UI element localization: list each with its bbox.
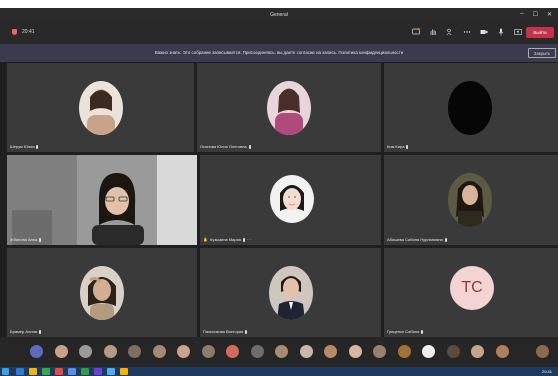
participant-name: ✋ Кузьмина Мария ··· [203,237,251,242]
participant-tile[interactable]: Пальчикова Виктория [200,248,381,337]
window-title: General [270,12,288,18]
close-button[interactable]: ✕ [547,11,552,18]
mic-icon [248,144,251,149]
title-bar: General – ☐ ✕ [0,8,558,22]
participant-initials: TC [450,266,494,310]
participant-name: Осипова Юлия Олеговна [200,144,251,149]
participant-strip-avatar[interactable] [30,345,43,358]
mic-icon [421,329,424,334]
window-controls: – ☐ ✕ [520,11,552,18]
participant-name: Ким Кира [387,144,409,149]
taskbar-app-icon[interactable] [81,368,89,375]
chat-icon[interactable] [412,28,420,36]
participant-strip-avatar[interactable] [373,345,386,358]
participant-tile[interactable]: Абишева Сабина Нурлановна [384,155,558,245]
top-edge [0,0,558,8]
mic-icon [444,237,447,242]
participant-video [7,155,197,245]
taskbar-app-icon[interactable] [120,368,128,375]
raised-hand-icon: ✋ [203,237,208,242]
participant-avatar [79,81,123,135]
participant-name: Гриценко Сабина [387,329,424,334]
participant-tile[interactable]: Осипова Юлия Олеговна [197,63,381,152]
participant-strip-avatar[interactable] [471,345,484,358]
meeting-timer: 20:41 [12,29,35,35]
taskbar-app-icon[interactable] [94,368,102,375]
participant-name: Брамер Алина [10,329,42,334]
participant-tile[interactable]: Брамер Алина [7,248,197,337]
dismiss-banner-button[interactable]: Закрыть [528,48,556,58]
taskbar-app-icon[interactable] [16,368,24,375]
mic-icon [36,144,39,149]
participant-tile[interactable]: Шерум Юлия [7,63,194,152]
participant-avatar [448,81,492,135]
participant-strip-avatar[interactable] [201,345,215,358]
participant-avatar [267,81,311,135]
participant-strip-avatar[interactable] [177,345,190,358]
maximize-button[interactable]: ☐ [533,11,538,18]
participant-strip-avatar[interactable] [422,345,435,358]
start-icon[interactable] [2,368,9,375]
camera-icon[interactable] [480,28,488,36]
participant-strip-avatar[interactable] [250,345,264,358]
participant-strip-avatar[interactable] [397,345,411,358]
participant-name: Пальчикова Виктория [203,329,248,334]
meeting-toolbar [412,28,522,36]
mic-icon [39,237,42,242]
taskbar-clock: 20:41 [541,369,552,374]
leave-button[interactable]: Выйти [526,27,554,38]
participant-strip-avatar[interactable] [446,345,460,358]
shield-icon [12,29,17,35]
more-options-icon[interactable]: ··· [247,237,251,242]
recording-banner: Важно знать: Это собрание записывается. … [0,44,558,62]
participant-tile[interactable]: TC Гриценко Сабина [384,248,558,337]
mic-icon[interactable] [497,28,505,36]
participant-video-tile[interactable]: Жбанова Анна [7,155,197,245]
participant-strip-avatar[interactable] [152,345,166,358]
taskbar-app-icon[interactable] [107,368,115,375]
participant-strip-avatar[interactable] [495,345,509,358]
participant-tile[interactable]: Ким Кира [384,63,558,152]
participant-strip-avatar[interactable] [348,345,362,358]
share-icon[interactable] [514,28,522,36]
mic-icon [243,237,245,242]
video-grid: Шерум Юлия Осипова Юлия Олеговна Ким Кир… [7,63,558,337]
timer-text: 20:41 [22,29,35,35]
participant-strip-avatar[interactable] [79,345,92,358]
mic-icon [39,329,42,334]
people-icon[interactable] [446,28,454,36]
taskbar-app-icon[interactable] [55,368,63,375]
participant-tile[interactable]: ✋ Кузьмина Мария ··· [200,155,381,245]
participant-avatar [80,266,124,320]
banner-message: Важно знать: Это собрание записывается. … [154,50,404,55]
raise-hand-icon[interactable] [429,28,437,36]
meeting-header: 20:41 Выйти [0,22,558,44]
participant-strip-avatar[interactable] [54,345,68,358]
teams-meeting-window: General – ☐ ✕ 20:41 Выйти Важно знать: Э… [0,0,558,376]
participant-strip-avatar[interactable] [324,345,337,358]
minimize-button[interactable]: – [520,11,523,18]
participant-name: Абишева Сабина Нурлановна [387,237,447,242]
taskbar-app-icon[interactable] [42,368,50,375]
participant-strip-avatar[interactable] [226,345,239,358]
mic-icon [406,144,409,149]
windows-taskbar: 20:41 [0,367,558,376]
participant-avatar [448,173,492,227]
participant-strip-avatar[interactable] [536,345,549,358]
participant-avatar [270,175,314,223]
participant-strip-avatar[interactable] [128,345,141,358]
participant-strip-avatar[interactable] [275,345,288,358]
participant-strip-avatar[interactable] [103,345,117,358]
mic-icon [245,329,248,334]
taskbar-app-icon[interactable] [29,368,37,375]
taskbar-app-icon[interactable] [68,368,76,375]
participant-name: Жбанова Анна [10,237,42,242]
more-icon[interactable] [463,28,471,36]
participant-strip-avatar[interactable] [299,345,313,358]
participant-name: Шерум Юлия [10,144,39,149]
participant-avatar [269,266,313,320]
participant-strip [0,337,558,367]
